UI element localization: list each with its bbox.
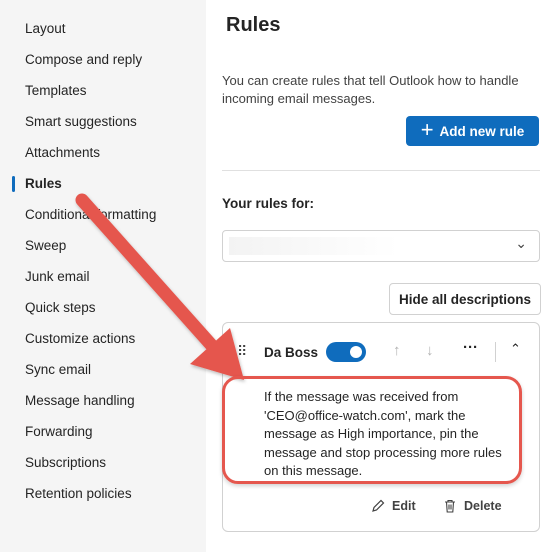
sidebar-item-quick-steps[interactable]: Quick steps: [25, 297, 96, 319]
pencil-icon: [372, 499, 385, 512]
arrow-up-icon[interactable]: ↑: [393, 342, 401, 359]
rules-intro-text: You can create rules that tell Outlook h…: [222, 73, 519, 106]
sidebar-item-sweep[interactable]: Sweep: [25, 235, 66, 257]
sidebar-item-junk-email[interactable]: Junk email: [25, 266, 90, 288]
sidebar-item-customize-actions[interactable]: Customize actions: [25, 328, 135, 350]
sidebar-item-smart-suggestions[interactable]: Smart suggestions: [25, 111, 137, 133]
edit-rule-button[interactable]: Edit: [370, 498, 416, 514]
account-select-value: [229, 237, 399, 255]
sidebar-item-sync-email[interactable]: Sync email: [25, 359, 91, 381]
account-select[interactable]: ⌄: [222, 230, 540, 262]
toolbar-separator: [495, 342, 496, 362]
chevron-down-icon: ⌄: [515, 235, 527, 251]
sidebar-item-subscriptions[interactable]: Subscriptions: [25, 452, 106, 474]
sidebar-item-forwarding[interactable]: Forwarding: [25, 421, 93, 443]
arrow-down-icon[interactable]: ↓: [426, 342, 434, 359]
section-divider: [222, 170, 540, 171]
sidebar-item-attachments[interactable]: Attachments: [25, 142, 100, 164]
trash-icon: [445, 499, 455, 513]
rule-name: Da Boss: [264, 345, 319, 360]
sidebar-item-templates[interactable]: Templates: [25, 80, 87, 102]
drag-handle-icon[interactable]: ⠿: [237, 343, 247, 360]
hide-all-descriptions-button[interactable]: Hide all descriptions: [389, 283, 541, 315]
plus-icon: +: [420, 117, 434, 142]
sidebar-item-retention-policies[interactable]: Retention policies: [25, 483, 132, 505]
settings-sidebar: Layout Compose and reply Templates Smart…: [0, 0, 206, 552]
toggle-knob: [350, 346, 362, 358]
add-new-rule-label: Add new rule: [439, 123, 525, 139]
annotation-callout: [222, 376, 522, 484]
more-icon[interactable]: ···: [463, 339, 478, 356]
sidebar-item-layout[interactable]: Layout: [25, 18, 66, 40]
add-new-rule-button[interactable]: + Add new rule: [406, 116, 539, 146]
sidebar-item-conditional-formatting[interactable]: Conditional formatting: [25, 204, 156, 226]
delete-label: Delete: [464, 499, 502, 513]
rules-for-label: Your rules for:: [222, 196, 315, 211]
edit-label: Edit: [392, 499, 416, 513]
chevron-up-icon[interactable]: ⌃: [510, 341, 521, 357]
rule-enabled-toggle[interactable]: [326, 342, 366, 362]
sidebar-item-rules[interactable]: Rules: [25, 173, 62, 195]
page-title: Rules: [226, 14, 281, 36]
active-indicator: [12, 176, 15, 192]
sidebar-item-message-handling[interactable]: Message handling: [25, 390, 135, 412]
sidebar-item-compose-and-reply[interactable]: Compose and reply: [25, 49, 142, 71]
delete-rule-button[interactable]: Delete: [442, 498, 502, 514]
